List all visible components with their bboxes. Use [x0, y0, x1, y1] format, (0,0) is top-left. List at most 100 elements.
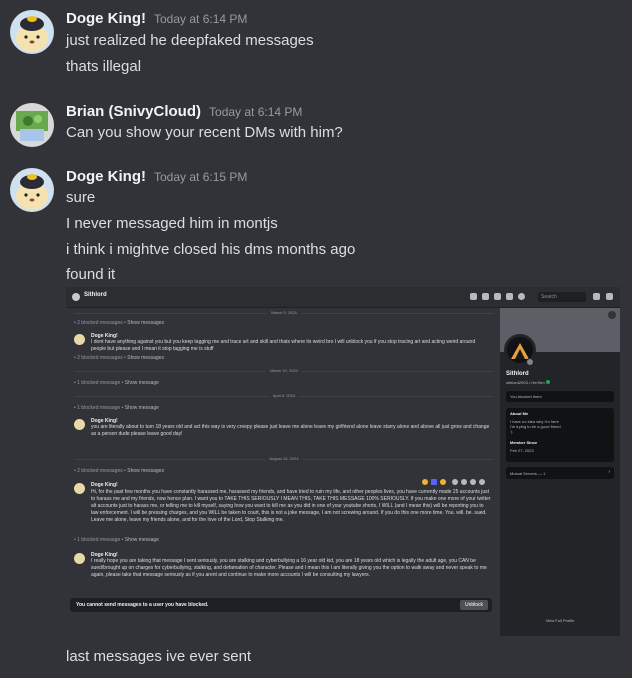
message-text: last messages ive ever sent	[66, 648, 252, 665]
message-text: i think i mightve closed his dms months …	[66, 241, 356, 258]
blocked-count: 2 blocked messages	[77, 320, 123, 326]
reply-icon[interactable]	[470, 479, 476, 485]
heart-reaction-icon[interactable]	[440, 479, 446, 485]
post-text: I really hope you are taking that messag…	[91, 558, 487, 578]
show-messages-link[interactable]: Show message	[125, 537, 159, 543]
show-messages-link[interactable]: Show messages	[127, 468, 164, 474]
author-name[interactable]: Brian (SnivyCloud)	[66, 103, 201, 120]
post-avatar[interactable]	[74, 483, 85, 494]
profile-icon[interactable]	[518, 293, 525, 300]
badge-icon	[545, 380, 550, 384]
blocked-count: 1 blocked message	[77, 380, 121, 386]
blocked-notice[interactable]: • 1 blocked message • Show message	[74, 405, 159, 411]
post-avatar[interactable]	[74, 553, 85, 564]
mutual-servers-row[interactable]: Mutual Servers — 1 ›	[506, 467, 614, 479]
more-options-icon[interactable]	[479, 479, 485, 485]
date-divider: March 5, 2024	[74, 310, 494, 315]
add-friend-icon[interactable]	[506, 293, 513, 300]
message-timestamp: Today at 6:15 PM	[154, 170, 248, 184]
date-divider: August 15, 2024	[74, 456, 494, 461]
message-timestamp: Today at 6:14 PM	[209, 105, 303, 119]
date-label: March 5, 2024	[267, 310, 301, 315]
search-input[interactable]: Search	[538, 292, 586, 302]
blocked-count: 1 blocked message	[77, 537, 121, 543]
help-icon[interactable]	[606, 293, 613, 300]
message-group: Brian (SnivyCloud) Today at 6:14 PM Can y…	[0, 103, 632, 153]
about-line: I'm trying to be a good friend	[510, 424, 561, 429]
blocked-note: You blocked them	[510, 394, 542, 399]
member-since-heading: Member Since	[510, 440, 538, 445]
more-options-icon[interactable]	[608, 311, 616, 319]
blocked-count: 2 blocked messages	[77, 355, 123, 361]
call-icon[interactable]	[470, 293, 477, 300]
member-since-date: Feb 27, 2023	[510, 448, 534, 453]
date-divider: April 6, 2024	[74, 393, 494, 398]
blocked-notice[interactable]: • 1 blocked message • Show message	[74, 380, 159, 386]
post-text: you are literally about to turn 18 years…	[91, 424, 490, 437]
date-label: March 19, 2024	[266, 368, 302, 373]
message-author[interactable]: Brian (SnivyCloud) Today at 6:14 PM	[66, 103, 302, 120]
date-divider: March 19, 2024	[74, 368, 494, 373]
author-name[interactable]: Doge King!	[66, 168, 146, 185]
blocked-count: 2 blocked messages	[77, 468, 123, 474]
screenshot-attachment[interactable]: Sithlord Search March 5, 2024 • 2 blocke…	[66, 287, 620, 636]
status-indicator	[526, 358, 534, 366]
user-icon	[72, 293, 80, 301]
message-text: sure	[66, 189, 96, 206]
profile-name: Sithlord	[506, 371, 529, 377]
blocked-count: 1 blocked message	[77, 405, 121, 411]
blocked-status-box: You blocked them	[506, 391, 614, 402]
inbox-icon[interactable]	[593, 293, 600, 300]
post-text: Hi, for the past few months you have con…	[91, 489, 491, 523]
show-messages-link[interactable]: Show messages	[127, 320, 164, 326]
chevron-right-icon: ›	[608, 469, 610, 475]
profile-panel: Sithlord sithlord2903 • He/Him You block…	[500, 308, 620, 636]
emoji-reaction-icon[interactable]	[431, 479, 437, 485]
message-text: thats illegal	[66, 58, 142, 75]
show-messages-link[interactable]: Show message	[125, 380, 159, 386]
message-author[interactable]: Doge King! Today at 6:15 PM	[66, 168, 247, 185]
unblock-button[interactable]: Unblock	[460, 600, 488, 610]
edit-icon[interactable]	[461, 479, 467, 485]
message-text: just realized he deepfaked messages	[66, 32, 314, 49]
message-text: I never messaged him in montjs	[66, 215, 278, 232]
show-messages-link[interactable]: Show message	[125, 405, 159, 411]
mutual-servers-label: Mutual Servers — 1	[510, 471, 546, 476]
blocked-notice[interactable]: • 2 blocked messages • Show messages	[74, 320, 164, 326]
doge-avatar[interactable]	[10, 10, 54, 54]
dm-channel-name: Sithlord	[84, 292, 107, 298]
message-text: Can you show your recent DMs with him?	[66, 124, 343, 141]
cannot-send-notice: You cannot send messages to a user you h…	[76, 602, 209, 608]
pin-icon[interactable]	[494, 293, 501, 300]
post-author-name[interactable]: Doge King!	[91, 482, 118, 488]
message-group: Doge King! Today at 6:14 PM just realized…	[0, 10, 632, 80]
dm-chat: March 5, 2024 • 2 blocked messages • Sho…	[66, 308, 500, 636]
view-full-profile-link[interactable]: View Full Profile	[500, 618, 620, 623]
date-label: April 6, 2024	[268, 393, 300, 398]
video-icon[interactable]	[482, 293, 489, 300]
about-line: :)	[510, 429, 513, 434]
show-messages-link[interactable]: Show messages	[127, 355, 164, 361]
message-text: found it	[66, 266, 116, 283]
author-name[interactable]: Doge King!	[66, 10, 146, 27]
doge-avatar[interactable]	[10, 168, 54, 212]
blocked-notice[interactable]: • 1 blocked message • Show message	[74, 537, 159, 543]
date-label: August 15, 2024	[265, 456, 303, 461]
dm-topbar: Sithlord Search	[66, 287, 620, 308]
post-avatar[interactable]	[74, 419, 85, 430]
snivy-avatar[interactable]	[10, 103, 54, 147]
add-reaction-icon[interactable]	[452, 479, 458, 485]
blocked-notice[interactable]: • 2 blocked messages • Show messages	[74, 355, 164, 361]
profile-tag: sithlord2903 • He/Him	[506, 380, 550, 385]
blocked-composer: You cannot send messages to a user you h…	[70, 598, 492, 612]
blocked-notice[interactable]: • 2 blocked messages • Show messages	[74, 468, 164, 474]
profile-username: sithlord2903 • He/Him	[506, 380, 545, 385]
post-author[interactable]: Doge King!	[91, 482, 121, 488]
about-heading: About Me	[510, 411, 529, 416]
star-reaction-icon[interactable]	[422, 479, 428, 485]
post-text: I dont have anything against you but you…	[91, 339, 476, 352]
post-avatar[interactable]	[74, 334, 85, 345]
message-author[interactable]: Doge King! Today at 6:14 PM	[66, 10, 247, 27]
about-box: About Me I have no idea why I'm here I'm…	[506, 408, 614, 462]
message-group: Doge King! Today at 6:15 PM sure I never …	[0, 168, 632, 283]
